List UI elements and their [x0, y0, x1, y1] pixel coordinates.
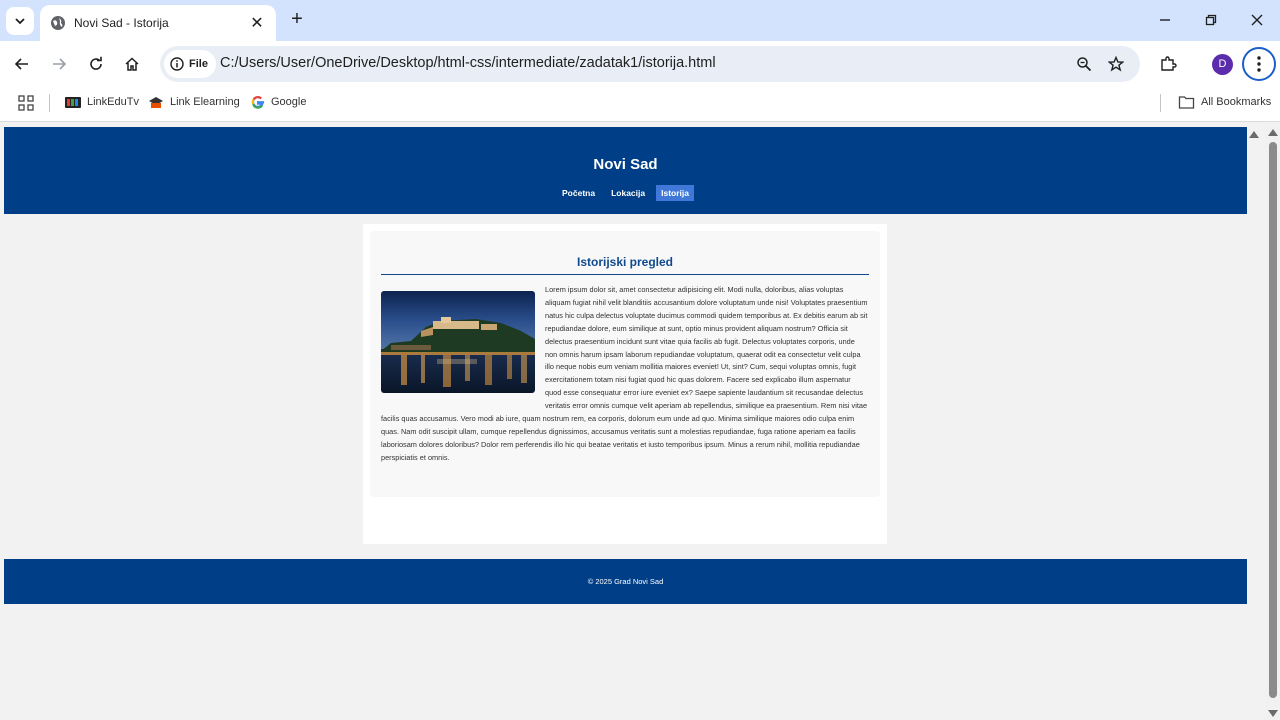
scroll-down-arrow[interactable] — [1268, 710, 1278, 717]
close-window-button[interactable] — [1246, 8, 1268, 32]
star-icon — [1108, 56, 1124, 72]
reload-button[interactable] — [82, 50, 110, 78]
zoom-icon — [1077, 57, 1092, 72]
minimize-icon — [1160, 19, 1170, 21]
info-icon — [170, 57, 184, 71]
browser-toolbar: File C:/Users/User/OneDrive/Desktop/html… — [0, 41, 1280, 87]
extensions-button[interactable] — [1154, 50, 1182, 78]
google-icon — [251, 96, 265, 109]
apps-grid-icon — [18, 95, 34, 111]
close-tab-icon[interactable]: ✕ — [248, 13, 266, 33]
bookmark-label: LinkEduTv — [87, 96, 139, 108]
browser-menu-button[interactable] — [1242, 47, 1276, 81]
all-bookmarks-button[interactable]: All Bookmarks — [1178, 95, 1271, 109]
bookmark-link-elearning[interactable]: Link Elearning — [148, 95, 240, 109]
bookmarks-divider — [1160, 94, 1161, 112]
restore-button[interactable] — [1200, 8, 1222, 32]
home-icon — [125, 57, 139, 71]
history-section: Istorijski pregled Lorem ipsum dolor sit… — [370, 231, 880, 497]
puzzle-icon — [1161, 56, 1177, 71]
page-viewport: Novi Sad Početna Lokacija Istorija Istor… — [0, 123, 1280, 720]
nav-link-pocetna[interactable]: Početna — [557, 185, 600, 201]
scroll-thumb[interactable] — [1269, 142, 1277, 698]
content-card: Istorijski pregled Lorem ipsum dolor sit… — [363, 224, 887, 544]
page-scrollbar[interactable] — [1265, 127, 1280, 720]
kebab-menu-icon — [1257, 56, 1261, 72]
chevron-down-icon — [15, 18, 25, 25]
bookmark-star-button[interactable] — [1104, 52, 1128, 76]
bookmark-label: Link Elearning — [170, 96, 240, 108]
new-tab-button[interactable]: + — [286, 8, 308, 32]
bookmark-google[interactable]: Google — [251, 95, 306, 109]
folder-icon — [1178, 96, 1195, 109]
inner-scroll-up-arrow[interactable] — [1249, 131, 1259, 138]
tab-title: Novi Sad - Istorija — [74, 16, 169, 30]
link-elearning-icon — [149, 97, 163, 108]
arrow-right-icon — [53, 58, 67, 70]
bookmark-linkedutv[interactable]: LinkEduTv — [65, 95, 139, 109]
zoom-button[interactable] — [1072, 52, 1096, 76]
nav-link-istorija[interactable]: Istorija — [656, 185, 694, 201]
restore-icon — [1205, 14, 1217, 26]
site-footer: © 2025 Grad Novi Sad — [4, 559, 1247, 604]
bookmarks-divider — [49, 94, 50, 112]
url-text[interactable]: C:/Users/User/OneDrive/Desktop/html-css/… — [220, 55, 716, 71]
reload-icon — [90, 56, 102, 70]
apps-button[interactable] — [18, 95, 34, 111]
tab-strip: Novi Sad - Istorija ✕ + — [0, 0, 1280, 41]
linkedutv-icon — [65, 97, 81, 108]
home-button[interactable] — [118, 50, 146, 78]
back-button[interactable] — [8, 50, 36, 78]
profile-avatar[interactable]: D — [1212, 54, 1233, 75]
site-chip-label: File — [189, 58, 208, 70]
tab-search-button[interactable] — [6, 7, 34, 35]
all-bookmarks-label: All Bookmarks — [1201, 96, 1272, 108]
bookmark-label: Google — [271, 96, 307, 108]
site-nav: Početna Lokacija Istorija — [4, 185, 1247, 201]
bookmarks-bar: LinkEduTv Link Elearning Google All Book… — [0, 87, 1280, 122]
section-divider — [381, 274, 869, 275]
scroll-up-arrow[interactable] — [1268, 129, 1278, 136]
nav-link-lokacija[interactable]: Lokacija — [606, 185, 650, 201]
close-icon — [1251, 14, 1263, 26]
site-info-chip[interactable]: File — [164, 50, 216, 78]
footer-copyright: © 2025 Grad Novi Sad — [587, 577, 664, 586]
tab-active[interactable]: Novi Sad - Istorija ✕ — [40, 5, 276, 41]
address-bar[interactable]: File C:/Users/User/OneDrive/Desktop/html… — [160, 46, 1140, 82]
arrow-left-icon — [14, 58, 28, 70]
site-title: Novi Sad — [593, 156, 658, 173]
site-header: Novi Sad Početna Lokacija Istorija — [4, 127, 1247, 214]
globe-icon — [51, 16, 65, 30]
fortress-photo — [381, 291, 535, 393]
forward-button[interactable] — [45, 50, 73, 78]
minimize-button[interactable] — [1154, 8, 1176, 32]
section-title: Istorijski pregled — [576, 255, 674, 269]
